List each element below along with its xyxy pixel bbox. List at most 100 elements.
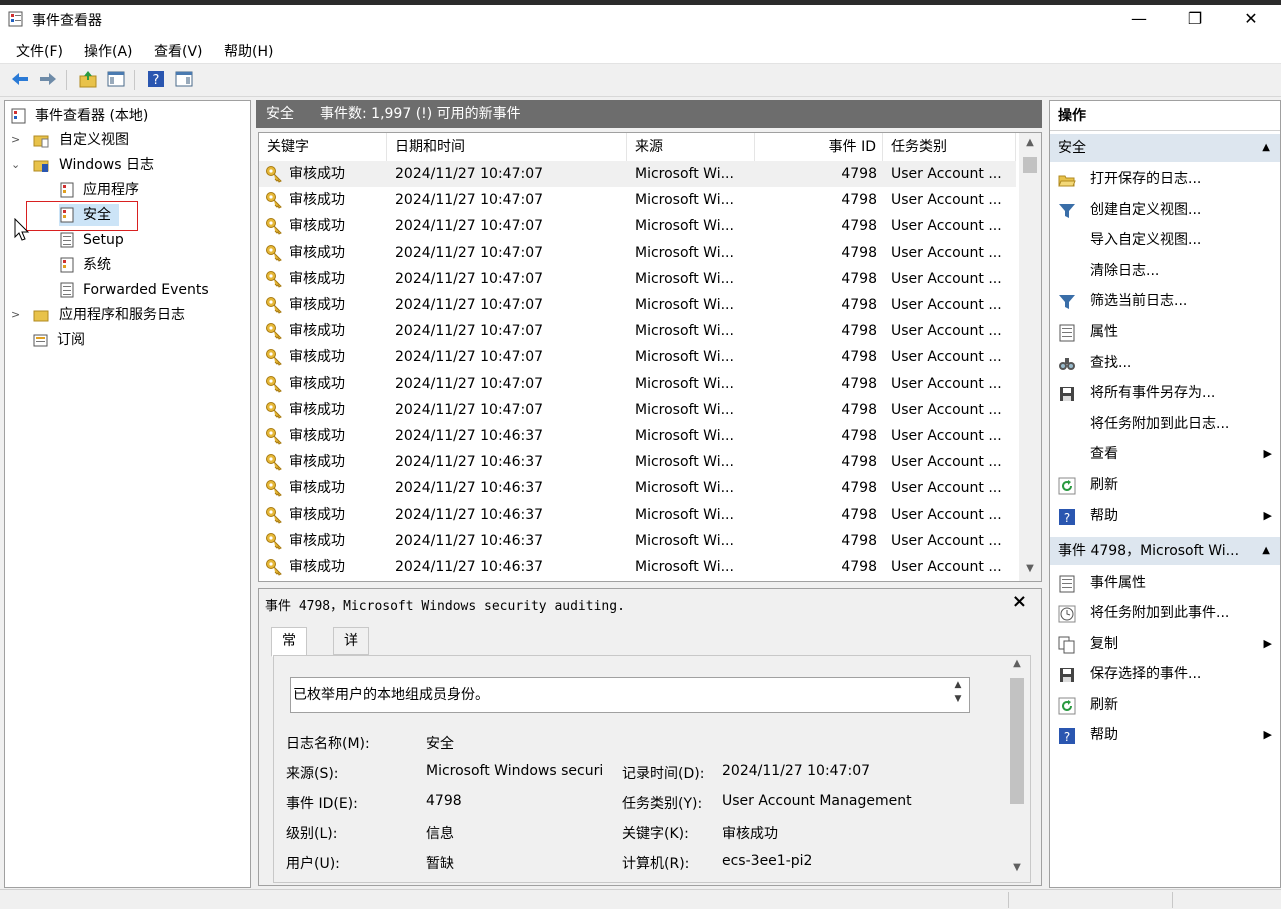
cell-keyword: 审核成功	[289, 244, 345, 261]
description-scroll-icon[interactable]: ▲ ▼	[947, 678, 969, 712]
action-import-custom-view[interactable]: 导入自定义视图...	[1050, 225, 1280, 255]
tree-item-root[interactable]: 事件查看器 (本地)	[11, 105, 241, 127]
collapse-triangle-icon[interactable]: ▲	[1262, 134, 1270, 162]
action-copy[interactable]: 复制 ▶	[1050, 629, 1280, 659]
actions-section-event[interactable]: 事件 4798，Microsoft Wi... ▲	[1050, 537, 1280, 565]
table-row[interactable]: 审核成功 2024/11/27 10:47:07 Microsoft Wi... 47…	[259, 397, 1016, 423]
menu-help[interactable]: 帮助(H)	[224, 41, 273, 61]
collapse-chevron-icon[interactable]: ⌄	[11, 154, 25, 176]
cell-event-id: 4798	[841, 532, 877, 549]
submenu-arrow-icon[interactable]: ▶	[1264, 501, 1272, 531]
status-separator	[1172, 892, 1173, 908]
action-create-custom-view[interactable]: 创建自定义视图...	[1050, 195, 1280, 225]
tree-label-application: 应用程序	[83, 182, 139, 198]
tree-item-application[interactable]: 应用程序	[59, 179, 239, 201]
scroll-up-arrow-icon[interactable]: ▲	[1006, 658, 1028, 669]
column-event-id[interactable]: 事件 ID	[755, 133, 883, 161]
table-row[interactable]: 审核成功 2024/11/27 10:47:07 Microsoft Wi... 47…	[259, 344, 1016, 370]
scroll-up-arrow-icon[interactable]: ▲	[1019, 137, 1041, 148]
actions-section-security[interactable]: 安全 ▲	[1050, 134, 1280, 162]
back-arrow-icon[interactable]	[10, 69, 30, 89]
action-view[interactable]: 查看 ▶	[1050, 439, 1280, 469]
tree-item-windows-logs[interactable]: ⌄ Windows 日志	[11, 154, 241, 176]
help-icon[interactable]: ?	[146, 69, 166, 89]
action-attach-task-to-log[interactable]: 将任务附加到此日志...	[1050, 409, 1280, 439]
expand-chevron-icon[interactable]: >	[11, 129, 25, 151]
maximize-button[interactable]: ❐	[1166, 5, 1224, 35]
table-row[interactable]: 审核成功 2024/11/27 10:46:37 Microsoft Wi... 47…	[259, 475, 1016, 501]
table-row[interactable]: 审核成功 2024/11/27 10:47:07 Microsoft Wi... 47…	[259, 318, 1016, 344]
action-attach-task-to-event[interactable]: 将任务附加到此事件...	[1050, 598, 1280, 628]
menu-view[interactable]: 查看(V)	[154, 41, 203, 61]
properties-icon	[1059, 575, 1075, 593]
tab-details[interactable]: 详细信息	[333, 627, 369, 727]
cell-event-id: 4798	[841, 192, 877, 209]
column-datetime[interactable]: 日期和时间	[387, 133, 627, 161]
collapse-triangle-icon[interactable]: ▲	[1262, 537, 1270, 565]
cell-datetime: 2024/11/27 10:46:37	[395, 454, 544, 471]
scrollbar-thumb[interactable]	[1010, 678, 1024, 804]
table-row[interactable]: 审核成功 2024/11/27 10:46:37 Microsoft Wi... 47…	[259, 554, 1016, 580]
submenu-arrow-icon[interactable]: ▶	[1264, 439, 1272, 469]
tree-item-setup[interactable]: Setup	[59, 229, 239, 251]
menu-file[interactable]: 文件(F)	[16, 41, 63, 61]
expand-chevron-icon[interactable]: >	[11, 304, 25, 326]
event-list-scrollbar[interactable]: ▲ ▼	[1019, 133, 1041, 581]
folder-icon	[33, 310, 49, 322]
table-row[interactable]: 审核成功 2024/11/27 10:47:07 Microsoft Wi... 47…	[259, 266, 1016, 292]
action-save-all-events-as[interactable]: 将所有事件另存为...	[1050, 378, 1280, 408]
action-event-properties[interactable]: 事件属性	[1050, 568, 1280, 598]
submenu-arrow-icon[interactable]: ▶	[1264, 629, 1272, 659]
table-row[interactable]: 审核成功 2024/11/27 10:46:37 Microsoft Wi... 47…	[259, 528, 1016, 554]
table-row[interactable]: 审核成功 2024/11/27 10:47:07 Microsoft Wi... 47…	[259, 161, 1016, 187]
action-open-saved-log[interactable]: 打开保存的日志...	[1050, 164, 1280, 194]
action-label: 查看	[1090, 446, 1118, 463]
column-source[interactable]: 来源	[627, 133, 755, 161]
tree-item-forwarded-events[interactable]: Forwarded Events	[59, 279, 239, 301]
detail-close-button[interactable]: ×	[1012, 591, 1027, 612]
action-help[interactable]: ? 帮助 ▶	[1050, 501, 1280, 531]
table-row[interactable]: 审核成功 2024/11/27 10:47:07 Microsoft Wi... 47…	[259, 292, 1016, 318]
key-icon	[266, 270, 282, 288]
detail-scrollbar[interactable]: ▲ ▼	[1006, 656, 1028, 880]
action-refresh[interactable]: 刷新	[1050, 690, 1280, 720]
forward-arrow-icon[interactable]	[38, 69, 58, 89]
up-folder-icon[interactable]	[78, 69, 98, 89]
menu-action[interactable]: 操作(A)	[84, 41, 133, 61]
show-hide-tree-icon[interactable]	[106, 69, 126, 89]
cell-source: Microsoft Wi...	[635, 532, 734, 549]
submenu-arrow-icon[interactable]: ▶	[1264, 720, 1272, 750]
log-header-name: 安全	[266, 106, 294, 122]
show-action-pane-icon[interactable]	[174, 69, 194, 89]
tab-general[interactable]: 常规	[271, 627, 307, 675]
scroll-down-arrow-icon[interactable]: ▼	[1019, 563, 1041, 574]
table-row[interactable]: 审核成功 2024/11/27 10:47:07 Microsoft Wi... 47…	[259, 371, 1016, 397]
tree-item-custom-views[interactable]: > 自定义视图	[11, 129, 241, 151]
table-row[interactable]: 审核成功 2024/11/27 10:46:37 Microsoft Wi... 47…	[259, 502, 1016, 528]
key-icon	[266, 297, 282, 314]
tree-item-system[interactable]: 系统	[59, 254, 239, 276]
log-name-value: 安全	[426, 736, 454, 752]
table-row[interactable]: 审核成功 2024/11/27 10:46:37 Microsoft Wi... 47…	[259, 423, 1016, 449]
column-keyword[interactable]: 关键字	[259, 133, 387, 161]
action-save-selected-events[interactable]: 保存选择的事件...	[1050, 659, 1280, 689]
tree-item-app-service-logs[interactable]: > 应用程序和服务日志	[11, 304, 241, 326]
column-task-category[interactable]: 任务类别	[883, 133, 1016, 161]
scrollbar-thumb[interactable]	[1023, 157, 1037, 173]
action-find[interactable]: 查找...	[1050, 348, 1280, 378]
table-row[interactable]: 审核成功 2024/11/27 10:46:37 Microsoft Wi... 47…	[259, 449, 1016, 475]
action-filter-current-log[interactable]: 筛选当前日志...	[1050, 286, 1280, 316]
scroll-down-arrow-icon[interactable]: ▼	[1006, 862, 1028, 873]
table-row[interactable]: 审核成功 2024/11/27 10:47:07 Microsoft Wi... 47…	[259, 213, 1016, 239]
event-rows: 审核成功 2024/11/27 10:47:07 Microsoft Wi... 47…	[259, 161, 1016, 581]
table-row[interactable]: 审核成功 2024/11/27 10:47:07 Microsoft Wi... 47…	[259, 240, 1016, 266]
minimize-button[interactable]: —	[1110, 5, 1168, 35]
close-button[interactable]: ✕	[1222, 5, 1280, 35]
table-row[interactable]: 审核成功 2024/11/27 10:47:07 Microsoft Wi... 47…	[259, 187, 1016, 213]
action-clear-log[interactable]: 清除日志...	[1050, 256, 1280, 286]
action-help[interactable]: ? 帮助 ▶	[1050, 720, 1280, 750]
action-properties[interactable]: 属性	[1050, 317, 1280, 347]
tree-item-subscriptions[interactable]: 订阅	[33, 329, 233, 351]
help-icon: ?	[1059, 728, 1075, 744]
action-refresh[interactable]: 刷新	[1050, 470, 1280, 500]
